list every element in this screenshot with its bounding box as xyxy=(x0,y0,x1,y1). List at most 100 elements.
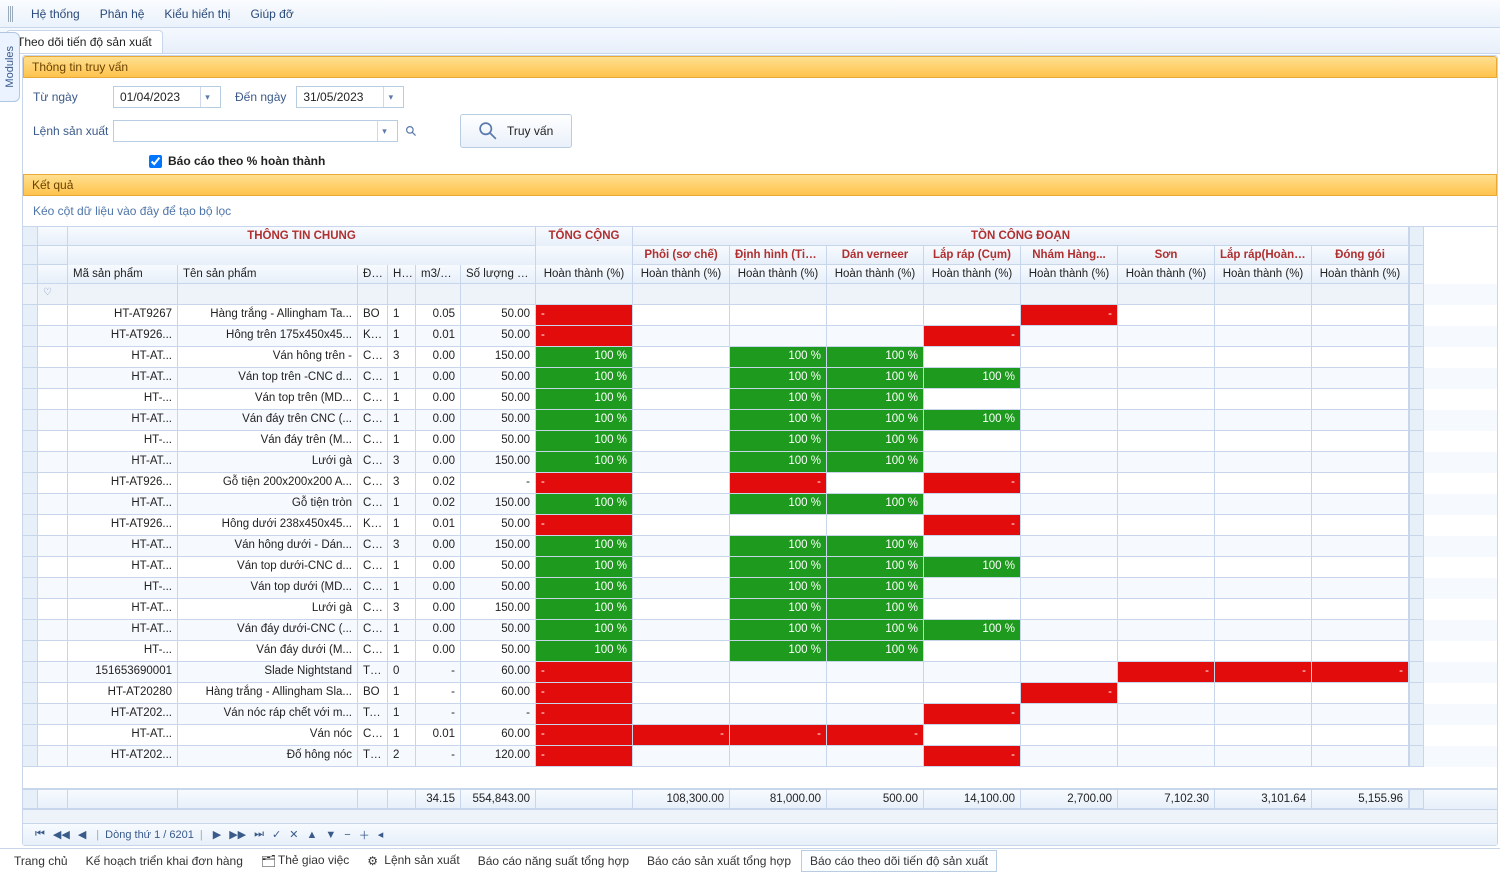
table-row[interactable]: HT-AT...Ván top trên -CNC d...CAI10.0050… xyxy=(23,368,1497,389)
table-row[interactable]: HT-AT...Gỗ tiện trònCAI10.02150.00100 %1… xyxy=(23,494,1497,515)
band-general-info[interactable]: THÔNG TIN CHUNG xyxy=(68,227,536,246)
stage-header-7[interactable]: Đóng gói xyxy=(1312,246,1409,265)
stage-sub-header-1[interactable]: Hoàn thành (%) xyxy=(730,265,827,284)
table-row[interactable]: HT-AT926...Hông trên 175x450x45...KH...1… xyxy=(23,326,1497,347)
col-qty[interactable]: Số lượng (WO) xyxy=(461,265,536,284)
nav-prev-page[interactable]: ◀◀ xyxy=(49,828,74,841)
nav-next-page[interactable]: ▶▶ xyxy=(225,828,250,841)
nav-next[interactable]: ▶ xyxy=(209,828,225,841)
stage-sub-header-3[interactable]: Hoàn thành (%) xyxy=(924,265,1021,284)
from-date-input[interactable]: 01/04/2023 ▾ xyxy=(113,86,221,108)
table-row[interactable]: HT-AT...Ván nócCAI10.0160.00---- xyxy=(23,725,1497,746)
stage-sub-header-6[interactable]: Hoàn thành (%) xyxy=(1215,265,1312,284)
btab-productivity-report[interactable]: Báo cáo năng suất tổng hợp xyxy=(470,851,637,871)
stage-sub-header-5[interactable]: Hoàn thành (%) xyxy=(1118,265,1215,284)
table-row[interactable]: HT-AT20280Hàng trắng - Allingham Sla...B… xyxy=(23,683,1497,704)
menu-help[interactable]: Giúp đỡ xyxy=(240,3,303,25)
nav-prev[interactable]: ◀ xyxy=(74,828,90,841)
table-row[interactable]: HT-AT926...Hông dưới 238x450x45...KH...1… xyxy=(23,515,1497,536)
nav-delete[interactable]: − xyxy=(340,829,354,841)
btab-production-report[interactable]: Báo cáo sản xuất tổng hợp xyxy=(639,851,799,871)
col-unit[interactable]: ĐVT xyxy=(358,265,388,284)
col-product-code[interactable]: Mã sản phẩm xyxy=(68,265,178,284)
table-row[interactable]: HT-AT...Ván hông trên -CAI30.00150.00100… xyxy=(23,347,1497,368)
content-area: Thông tin truy vấn Từ ngày 01/04/2023 ▾ … xyxy=(22,55,1498,846)
report-by-percent-checkbox[interactable] xyxy=(149,155,162,168)
search-icon xyxy=(479,122,497,140)
menu-system[interactable]: Hệ thống xyxy=(21,3,90,25)
menu-viewstyle[interactable]: Kiểu hiển thị xyxy=(154,3,240,25)
stage-header-1[interactable]: Định hình (Tin... xyxy=(730,246,827,265)
stage-sub-header-7[interactable]: Hoàn thành (%) xyxy=(1312,265,1409,284)
query-button[interactable]: Truy vấn xyxy=(460,114,572,148)
col-product-name[interactable]: Tên sản phẩm xyxy=(178,265,358,284)
grid-body[interactable]: HT-AT9267Hàng trắng - Allingham Ta...BO1… xyxy=(23,305,1497,788)
toolbar-grip xyxy=(8,6,13,22)
btab-production-order[interactable]: ⚙Lệnh sản xuất xyxy=(359,850,467,871)
band-total[interactable]: TỔNG CỘNG xyxy=(536,227,633,246)
table-row[interactable]: HT-AT9267Hàng trắng - Allingham Ta...BO1… xyxy=(23,305,1497,326)
nav-commit[interactable]: ✓ xyxy=(268,828,285,841)
table-row[interactable]: HT-AT...Lưới gàCAI30.00150.00100 %100 %1… xyxy=(23,452,1497,473)
group-by-hint[interactable]: Kéo cột dữ liệu vào đây để tạo bộ lọc xyxy=(23,196,1497,226)
chevron-down-icon[interactable]: ▾ xyxy=(377,121,391,141)
nav-up[interactable]: ▲ xyxy=(302,829,321,841)
sum-stage-2: 500.00 xyxy=(827,790,924,809)
chevron-down-icon[interactable]: ▾ xyxy=(383,87,397,107)
to-date-value: 31/05/2023 xyxy=(303,90,383,104)
btab-progress-report[interactable]: Báo cáo theo dõi tiến độ sản xuất xyxy=(801,850,997,872)
modules-side-tab[interactable]: Modules xyxy=(0,32,20,102)
label-to-date: Đến ngày xyxy=(235,90,286,104)
stage-sub-header-0[interactable]: Hoàn thành (%) xyxy=(633,265,730,284)
band-stage-remain[interactable]: TỒN CÔNG ĐOẠN xyxy=(633,227,1409,246)
table-row[interactable]: HT-AT...Ván top dưới-CNC d...CAI10.0050.… xyxy=(23,557,1497,578)
production-order-input[interactable]: ▾ xyxy=(113,120,398,142)
stage-header-2[interactable]: Dán verneer xyxy=(827,246,924,265)
nav-cancel[interactable]: ✕ xyxy=(285,828,302,841)
col-completion-total[interactable]: Hoàn thành (%) xyxy=(536,265,633,284)
menu-module[interactable]: Phân hệ xyxy=(90,3,155,25)
sum-m3: 34.15 xyxy=(416,790,461,809)
grid-scroll-spacer xyxy=(1409,227,1424,246)
sum-qty: 554,843.00 xyxy=(461,790,536,809)
table-row[interactable]: HT-AT...Ván đáy dưới-CNC (...CAI10.0050.… xyxy=(23,620,1497,641)
table-row[interactable]: HT-AT202...Đố hông nócTH...2-120.00-- xyxy=(23,746,1497,767)
stage-header-3[interactable]: Lắp ráp (Cụm) xyxy=(924,246,1021,265)
table-row[interactable]: HT-AT...Lưới gàCAI30.00150.00100 %100 %1… xyxy=(23,599,1497,620)
search-icon[interactable] xyxy=(402,122,420,140)
stage-sub-header-4[interactable]: Hoàn thành (%) xyxy=(1021,265,1118,284)
nav-more[interactable]: ◂ xyxy=(374,828,388,841)
table-row[interactable]: HT-AT202...Ván nóc ráp chết với m...TAM1… xyxy=(23,704,1497,725)
col-factor[interactable]: Hệ... xyxy=(388,265,416,284)
stage-sub-header-2[interactable]: Hoàn thành (%) xyxy=(827,265,924,284)
table-row[interactable]: HT-AT...Ván hông dưới - Dán...CAI30.0015… xyxy=(23,536,1497,557)
grid-filter-row[interactable]: ♡ xyxy=(23,284,1497,305)
btab-job-card[interactable]: 🗂Thẻ giao việc xyxy=(253,850,357,871)
grid-horizontal-scrollbar[interactable] xyxy=(23,809,1497,823)
table-row[interactable]: HT-AT926...Gỗ tiện 200x200x200 A...CAI30… xyxy=(23,473,1497,494)
nav-last[interactable]: ⏭ xyxy=(250,828,268,841)
stage-header-4[interactable]: Nhám Hàng... xyxy=(1021,246,1118,265)
stage-header-6[interactable]: Lắp ráp(Hoàn ... xyxy=(1215,246,1312,265)
to-date-input[interactable]: 31/05/2023 ▾ xyxy=(296,86,404,108)
tab-production-progress[interactable]: Theo dõi tiến độ sản xuất xyxy=(6,30,163,53)
query-panel-body: Từ ngày 01/04/2023 ▾ Đến ngày 31/05/2023… xyxy=(23,78,1497,174)
col-m3[interactable]: m3/SP xyxy=(416,265,461,284)
table-row[interactable]: HT-...Ván top trên (MD...CAI10.0050.0010… xyxy=(23,389,1497,410)
modules-side-tab-label: Modules xyxy=(4,46,16,88)
chevron-down-icon[interactable]: ▾ xyxy=(200,87,214,107)
nav-add[interactable]: ＋ xyxy=(355,827,374,843)
table-row[interactable]: HT-AT...Ván đáy trên CNC (...CAI10.0050.… xyxy=(23,410,1497,431)
table-row[interactable]: HT-...Ván top dưới (MD...CAI10.0050.0010… xyxy=(23,578,1497,599)
bottom-tab-bar: Trang chủ Kế hoạch triển khai đơn hàng 🗂… xyxy=(0,848,1500,872)
nav-first[interactable]: ⏮ xyxy=(31,828,49,841)
stage-header-0[interactable]: Phôi (sơ chế) xyxy=(633,246,730,265)
filter-icon[interactable]: ♡ xyxy=(38,284,68,305)
btab-deploy-plan[interactable]: Kế hoạch triển khai đơn hàng xyxy=(78,851,251,871)
stage-header-5[interactable]: Sơn xyxy=(1118,246,1215,265)
nav-down[interactable]: ▼ xyxy=(321,829,340,841)
table-row[interactable]: HT-...Ván đáy dưới (M...CAI10.0050.00100… xyxy=(23,641,1497,662)
btab-home[interactable]: Trang chủ xyxy=(6,851,76,871)
table-row[interactable]: HT-...Ván đáy trên (M...CAI10.0050.00100… xyxy=(23,431,1497,452)
table-row[interactable]: 151653690001Slade NightstandTH...0-60.00… xyxy=(23,662,1497,683)
